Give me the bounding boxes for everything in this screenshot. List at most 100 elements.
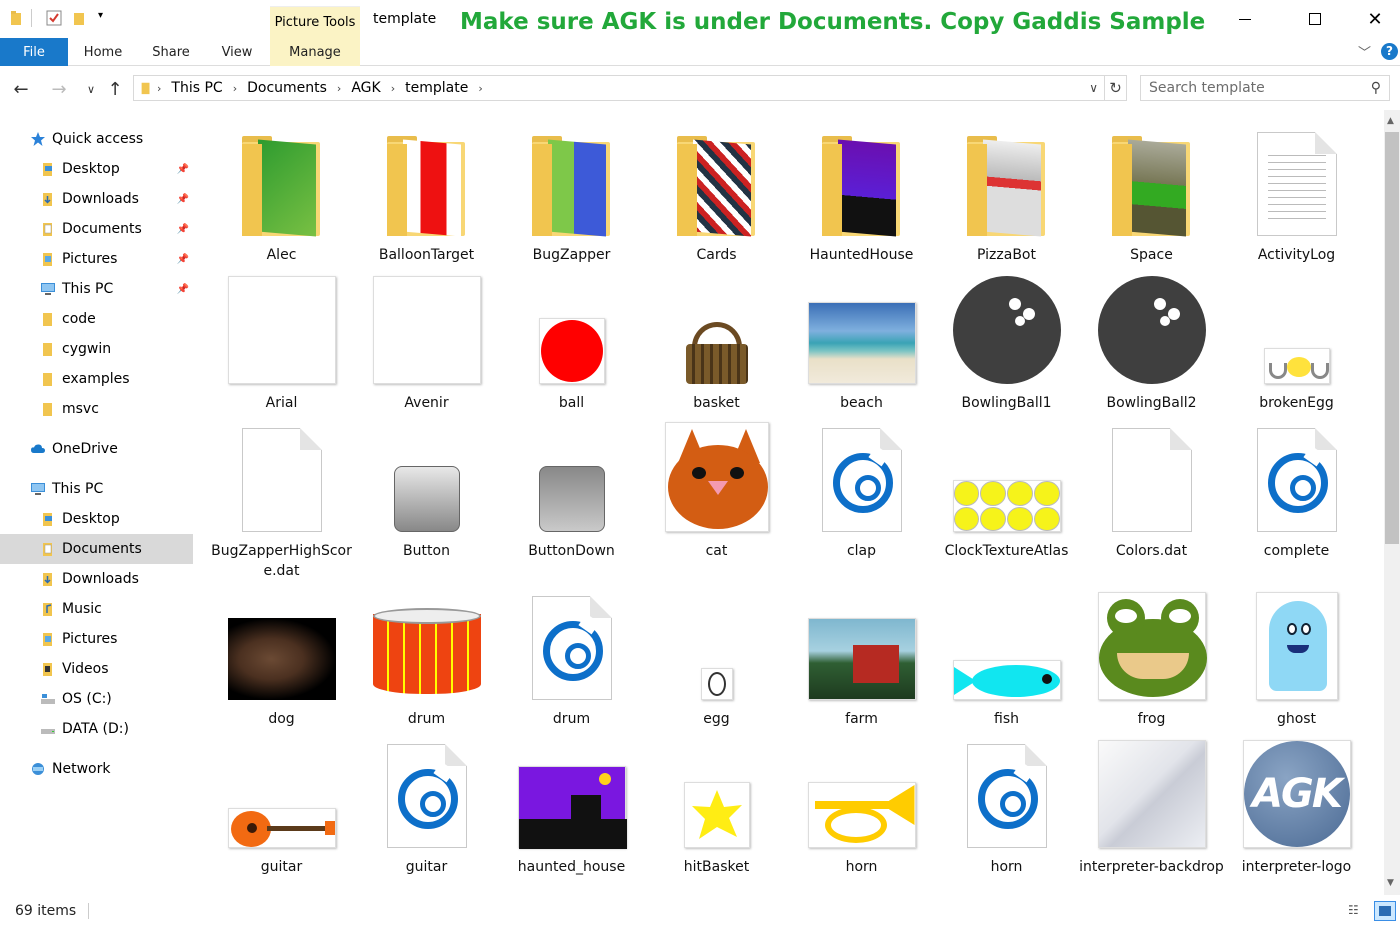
- sidebar-item-cygwin[interactable]: cygwin: [0, 334, 193, 364]
- sidebar-item-this-pc[interactable]: This PC 📌: [0, 274, 193, 304]
- file-name: Arial: [265, 395, 298, 411]
- sidebar-item-data-d[interactable]: DATA (D:): [0, 714, 193, 744]
- sidebar-item-music[interactable]: Music: [0, 594, 193, 624]
- vertical-scrollbar[interactable]: ▲ ▼: [1384, 110, 1400, 895]
- sidebar-item-quick-access[interactable]: Quick access: [0, 124, 193, 154]
- up-button[interactable]: ↑: [104, 78, 126, 100]
- sidebar-item-label: OS (C:): [62, 691, 112, 707]
- maximize-button[interactable]: [1292, 0, 1338, 38]
- file-name: dog: [268, 711, 295, 727]
- maximize-icon: [1309, 13, 1321, 25]
- image-thumbnail: [1079, 272, 1224, 384]
- picture-tools-label: Picture Tools: [270, 6, 360, 38]
- sidebar-item-documents[interactable]: Documents: [0, 534, 193, 564]
- folder-icon: [499, 124, 644, 237]
- item-count: 69 items: [15, 903, 77, 919]
- sidebar-item-pictures[interactable]: Pictures 📌: [0, 244, 193, 274]
- back-button[interactable]: ←: [10, 78, 32, 100]
- videos-folder-icon: [40, 661, 56, 677]
- sidebar-item-downloads[interactable]: Downloads 📌: [0, 184, 193, 214]
- file-name: drum: [552, 711, 591, 727]
- divider: [88, 903, 89, 919]
- tab-file[interactable]: File: [0, 38, 68, 66]
- sidebar-item-msvc[interactable]: msvc: [0, 394, 193, 424]
- file-name: Avenir: [404, 395, 449, 411]
- breadcrumb-agk[interactable]: AGK: [345, 80, 386, 96]
- sidebar-item-label: Desktop: [62, 161, 120, 177]
- tab-share[interactable]: Share: [140, 38, 202, 66]
- file-name: Alec: [266, 247, 297, 263]
- pin-icon: 📌: [176, 163, 189, 175]
- sidebar-item-onedrive[interactable]: OneDrive: [0, 434, 193, 464]
- image-thumbnail: [1224, 272, 1369, 384]
- sidebar-item-pictures[interactable]: Pictures: [0, 624, 193, 654]
- search-input[interactable]: Search template ⚲: [1140, 75, 1390, 101]
- sidebar-item-desktop[interactable]: Desktop: [0, 504, 193, 534]
- scroll-down-icon[interactable]: ▼: [1387, 878, 1394, 888]
- breadcrumb-this-pc[interactable]: This PC: [165, 80, 228, 96]
- image-thumbnail: [644, 588, 789, 700]
- refresh-icon[interactable]: ↻: [1104, 76, 1126, 100]
- sidebar-item-label: Network: [52, 761, 111, 777]
- sidebar-item-label: code: [62, 311, 96, 327]
- sidebar-item-downloads[interactable]: Downloads: [0, 564, 193, 594]
- folder-icon: [644, 124, 789, 237]
- scroll-thumb[interactable]: [1385, 132, 1399, 544]
- file-name: interpreter-backdrop: [1079, 859, 1224, 875]
- new-folder-icon[interactable]: [72, 10, 88, 26]
- sidebar-item-network[interactable]: Network: [0, 754, 193, 784]
- forward-button[interactable]: →: [48, 78, 70, 100]
- address-dropdown-icon[interactable]: ∨: [1089, 81, 1098, 95]
- scroll-up-icon[interactable]: ▲: [1387, 116, 1394, 126]
- file-name: Cards: [696, 247, 737, 263]
- audio-file-icon: [1224, 420, 1369, 532]
- file-name: beach: [840, 395, 883, 411]
- recent-locations-button[interactable]: ∨: [80, 78, 102, 100]
- folder-icon: [209, 124, 354, 237]
- tab-home[interactable]: Home: [72, 38, 134, 66]
- folder-icon: [934, 124, 1079, 237]
- sidebar-item-code[interactable]: code: [0, 304, 193, 334]
- sidebar-item-documents[interactable]: Documents 📌: [0, 214, 193, 244]
- sidebar-item-label: Videos: [62, 661, 109, 677]
- pin-icon: 📌: [176, 253, 189, 265]
- large-icons-view-icon: [1379, 906, 1391, 916]
- image-thumbnail: [354, 588, 499, 700]
- large-icons-view-button[interactable]: [1374, 901, 1396, 921]
- sidebar-item-label: Documents: [62, 541, 142, 557]
- properties-icon[interactable]: [46, 10, 62, 26]
- breadcrumb-documents[interactable]: Documents: [241, 80, 333, 96]
- downloads-folder-icon: [40, 191, 56, 207]
- folder-icon: [40, 311, 56, 327]
- search-placeholder: Search template: [1149, 80, 1265, 96]
- expand-ribbon-icon[interactable]: ﹀: [1358, 42, 1371, 61]
- tab-manage[interactable]: Manage: [270, 38, 360, 66]
- file-name: ClockTextureAtlas: [944, 543, 1069, 559]
- file-name: cat: [705, 543, 728, 559]
- desktop-folder-icon: [40, 161, 56, 177]
- file-name: ball: [558, 395, 585, 411]
- sidebar-item-examples[interactable]: examples: [0, 364, 193, 394]
- image-thumbnail: [1079, 588, 1224, 700]
- pictures-folder-icon: [40, 631, 56, 647]
- sidebar-item-os-c[interactable]: OS (C:): [0, 684, 193, 714]
- image-thumbnail: [1224, 588, 1369, 700]
- address-box[interactable]: › This PC › Documents › AGK › template ›…: [133, 75, 1127, 101]
- tab-view[interactable]: View: [206, 38, 268, 66]
- details-view-icon[interactable]: ☷: [1348, 903, 1366, 919]
- qat-dropdown-icon[interactable]: ▾: [98, 10, 103, 21]
- minimize-button[interactable]: [1222, 0, 1268, 38]
- sidebar-item-desktop[interactable]: Desktop 📌: [0, 154, 193, 184]
- sidebar-item-this-pc[interactable]: This PC: [0, 474, 193, 504]
- folder-icon: [354, 124, 499, 237]
- breadcrumb-separator-icon: ›: [336, 81, 342, 95]
- help-icon[interactable]: ?: [1381, 43, 1398, 60]
- image-thumbnail: [499, 736, 644, 849]
- close-button[interactable]: ✕: [1352, 0, 1398, 38]
- chevron-down-icon: ∨: [86, 82, 96, 96]
- file-name: ActivityLog: [1257, 247, 1336, 263]
- image-thumbnail: [209, 736, 354, 848]
- sidebar-item-label: Documents: [62, 221, 142, 237]
- breadcrumb-template[interactable]: template: [399, 80, 474, 96]
- sidebar-item-videos[interactable]: Videos: [0, 654, 193, 684]
